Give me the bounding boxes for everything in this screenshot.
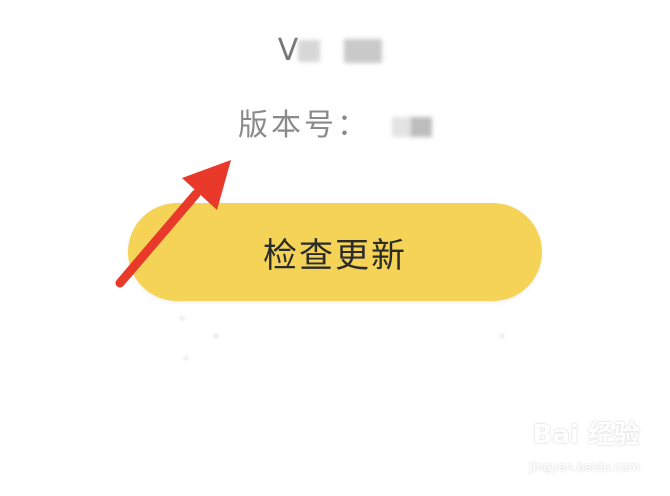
redacted-version-part bbox=[344, 38, 383, 63]
check-update-label: 检查更新 bbox=[263, 236, 407, 275]
app-name-cutoff: · · · · bbox=[0, 0, 670, 19]
watermark-logo-text: Bai 经验 bbox=[532, 420, 640, 450]
watermark-url: jingyan.baidu.com bbox=[529, 460, 640, 474]
check-update-button[interactable]: 检查更新 bbox=[128, 203, 542, 301]
redacted-version-part bbox=[298, 39, 321, 62]
build-number-label: 版本号： bbox=[238, 108, 370, 143]
paw-icon: Bai 经验 bbox=[533, 414, 640, 451]
version-row: V bbox=[0, 32, 670, 68]
redacted-build-number bbox=[410, 116, 432, 137]
redacted-build-number bbox=[392, 116, 410, 137]
build-number-row: 版本号： bbox=[0, 100, 670, 144]
version-prefix: V bbox=[277, 33, 299, 68]
baidu-jingyan-watermark: Bai 经验 jingyan.baidu.com bbox=[510, 414, 640, 474]
